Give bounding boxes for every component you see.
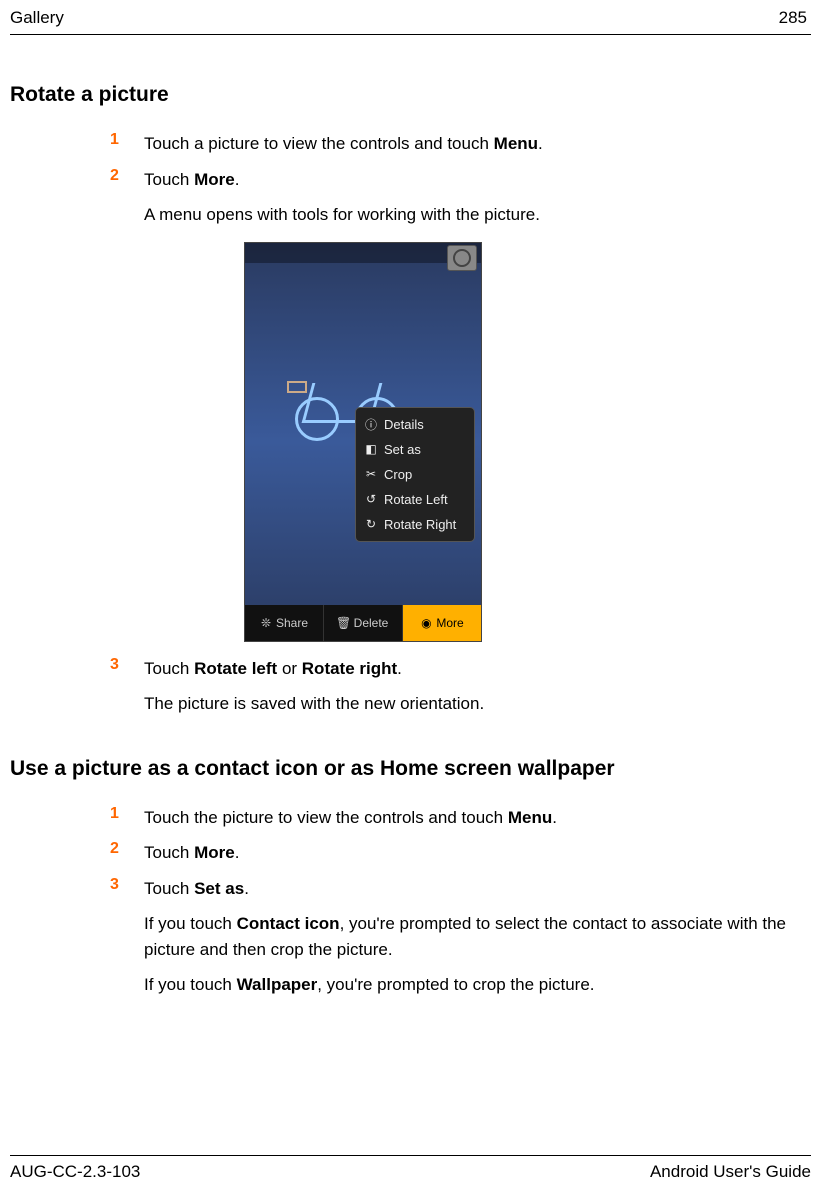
header-left: Gallery [10,8,64,28]
footer-guide-title: Android User's Guide [650,1162,811,1182]
step-text: Touch the picture to view the controls a… [144,805,557,831]
embedded-screenshot: ⓘDetails ◧Set as ✂Crop ↺Rotate Left ↻Rot… [244,242,482,642]
step-2: 2 Touch More. [110,840,811,866]
paragraph-wallpaper: If you touch Wallpaper, you're prompted … [144,972,811,998]
info-icon: ⓘ [364,417,378,431]
step-number: 3 [110,656,144,674]
rotate-left-icon: ↺ [364,492,378,506]
screenshot-topbar [245,243,481,263]
header-page-number: 285 [779,8,807,28]
page-header: Gallery 285 [10,8,811,35]
step-2: 2 Touch More. [110,167,811,193]
step-text: Touch Set as. [144,876,249,902]
paragraph-contact-icon: If you touch Contact icon, you're prompt… [144,911,811,962]
rotate-right-icon: ↻ [364,517,378,531]
more-icon: ◉ [420,617,432,629]
step-3: 3 Touch Set as. [110,876,811,902]
step-1: 1 Touch a picture to view the controls a… [110,131,811,157]
step-text: Touch More. [144,840,239,866]
share-icon: ❊ [260,617,272,629]
more-button[interactable]: ◉More [403,605,481,641]
share-button[interactable]: ❊Share [245,605,324,641]
screenshot-toolbar: ❊Share 🗑Delete ◉More [245,605,481,641]
menu-item-rotate-right[interactable]: ↻Rotate Right [356,512,474,537]
menu-item-rotate-left[interactable]: ↺Rotate Left [356,487,474,512]
section-heading-setas: Use a picture as a contact icon or as Ho… [10,757,811,781]
step-note: A menu opens with tools for working with… [144,202,811,228]
step-3: 3 Touch Rotate left or Rotate right. [110,656,811,682]
step-number: 2 [110,167,144,185]
trash-icon: 🗑 [338,617,350,629]
delete-button[interactable]: 🗑Delete [324,605,403,641]
menu-item-details[interactable]: ⓘDetails [356,412,474,437]
setas-icon: ◧ [364,442,378,456]
step-text: Touch More. [144,167,239,193]
page-footer: AUG-CC-2.3-103 Android User's Guide [10,1155,811,1182]
steps-rotate: 1 Touch a picture to view the controls a… [110,131,811,717]
section-heading-rotate: Rotate a picture [10,83,811,107]
step-note: The picture is saved with the new orient… [144,691,811,717]
step-text: Touch Rotate left or Rotate right. [144,656,402,682]
step-number: 2 [110,840,144,858]
menu-item-setas[interactable]: ◧Set as [356,437,474,462]
step-1: 1 Touch the picture to view the controls… [110,805,811,831]
camera-icon [447,245,477,271]
step-number: 1 [110,805,144,823]
step-number: 1 [110,131,144,149]
step-text: Touch a picture to view the controls and… [144,131,543,157]
footer-doc-id: AUG-CC-2.3-103 [10,1162,140,1182]
steps-setas: 1 Touch the picture to view the controls… [110,805,811,998]
context-menu: ⓘDetails ◧Set as ✂Crop ↺Rotate Left ↻Rot… [355,407,475,542]
menu-item-crop[interactable]: ✂Crop [356,462,474,487]
crop-icon: ✂ [364,467,378,481]
step-number: 3 [110,876,144,894]
